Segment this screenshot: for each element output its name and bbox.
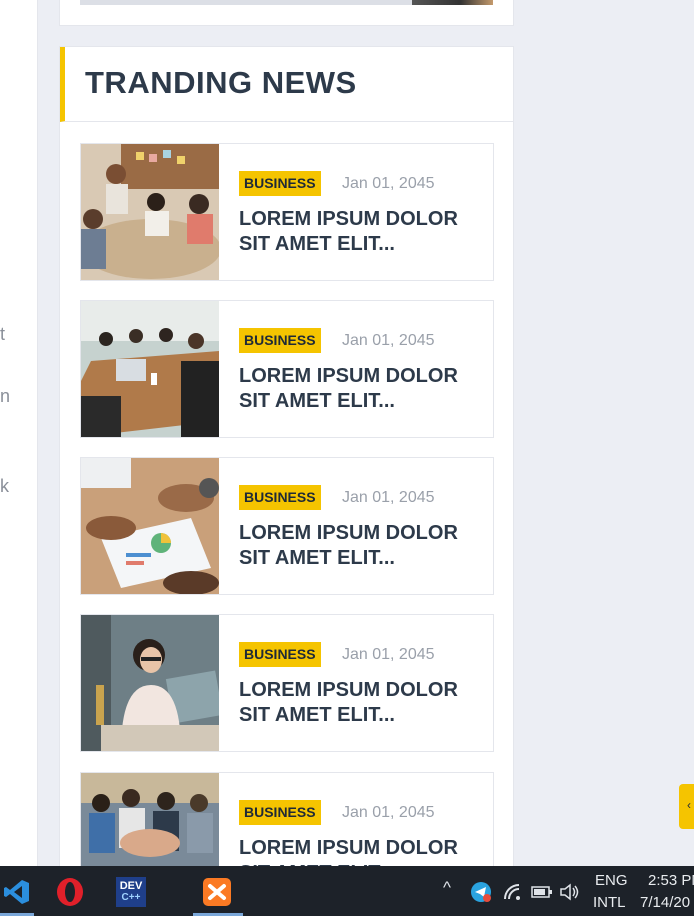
chevron-left-icon: ‹: [687, 798, 691, 812]
input-language[interactable]: ENG: [595, 872, 628, 889]
category-badge[interactable]: BUSINESS: [239, 328, 321, 353]
section-header: TRANDING NEWS: [60, 47, 513, 122]
back-to-top-button[interactable]: ‹: [679, 784, 694, 829]
news-thumbnail[interactable]: [81, 615, 219, 751]
category-badge[interactable]: BUSINESS: [239, 800, 321, 825]
category-badge[interactable]: BUSINESS: [239, 171, 321, 196]
news-headline[interactable]: LOREM IPSUM DOLOR SIT AMET ELIT...: [239, 678, 484, 728]
news-date: Jan 01, 2045: [342, 646, 435, 663]
news-date: Jan 01, 2045: [342, 175, 435, 192]
news-item[interactable]: BUSINESS Jan 01, 2045 LOREM IPSUM DOLOR …: [80, 300, 494, 438]
left-text-fragment: k: [0, 476, 9, 496]
left-text-fragment: t: [0, 324, 6, 344]
devcpp-label-top: DEV: [119, 880, 143, 892]
news-date: Jan 01, 2045: [342, 332, 435, 349]
news-item[interactable]: BUSINESS Jan 01, 2045 LOREM IPSUM DOLOR …: [80, 143, 494, 281]
news-headline[interactable]: LOREM IPSUM DOLOR SIT AMET ELIT...: [239, 364, 484, 414]
news-headline[interactable]: LOREM IPSUM DOLOR SIT AMET ELIT...: [239, 207, 484, 257]
previous-card-remnant: [59, 0, 514, 26]
chevron-up-icon[interactable]: ^: [443, 878, 451, 898]
news-thumbnail[interactable]: [81, 458, 219, 594]
telegram-icon[interactable]: [468, 879, 494, 905]
vscode-icon[interactable]: [0, 875, 34, 909]
left-column-partial: t n k: [0, 0, 38, 866]
category-badge[interactable]: BUSINESS: [239, 642, 321, 667]
clock-time[interactable]: 2:53 PM: [648, 872, 694, 889]
clock-date[interactable]: 7/14/20: [640, 894, 690, 911]
devcpp-icon[interactable]: DEV C++: [114, 875, 148, 909]
wifi-icon[interactable]: [501, 881, 525, 903]
news-item[interactable]: BUSINESS Jan 01, 2045 LOREM IPSUM DOLOR …: [80, 457, 494, 595]
news-thumbnail[interactable]: [81, 144, 219, 280]
taskbar: DEV C++ ^ ENG INTL 2:53 PM 7/14/20: [0, 866, 694, 916]
input-language-layout[interactable]: INTL: [593, 894, 626, 911]
news-headline[interactable]: LOREM IPSUM DOLOR SIT AMET ELIT...: [239, 521, 484, 571]
volume-icon[interactable]: [558, 881, 582, 903]
previous-card-image: [412, 0, 493, 5]
devcpp-label-bottom: C++: [121, 892, 141, 903]
news-date: Jan 01, 2045: [342, 489, 435, 506]
left-text-fragment: n: [0, 386, 11, 406]
xampp-icon[interactable]: [200, 875, 234, 909]
opera-icon[interactable]: [53, 875, 87, 909]
news-date: Jan 01, 2045: [342, 804, 435, 821]
news-item[interactable]: BUSINESS Jan 01, 2045 LOREM IPSUM DOLOR …: [80, 614, 494, 752]
section-title: TRANDING NEWS: [85, 65, 357, 100]
category-badge[interactable]: BUSINESS: [239, 485, 321, 510]
news-thumbnail[interactable]: [81, 301, 219, 437]
battery-icon[interactable]: [530, 881, 554, 903]
trending-news-section: TRANDING NEWS BUSINESS Jan 01, 2045 LORE…: [59, 46, 514, 910]
